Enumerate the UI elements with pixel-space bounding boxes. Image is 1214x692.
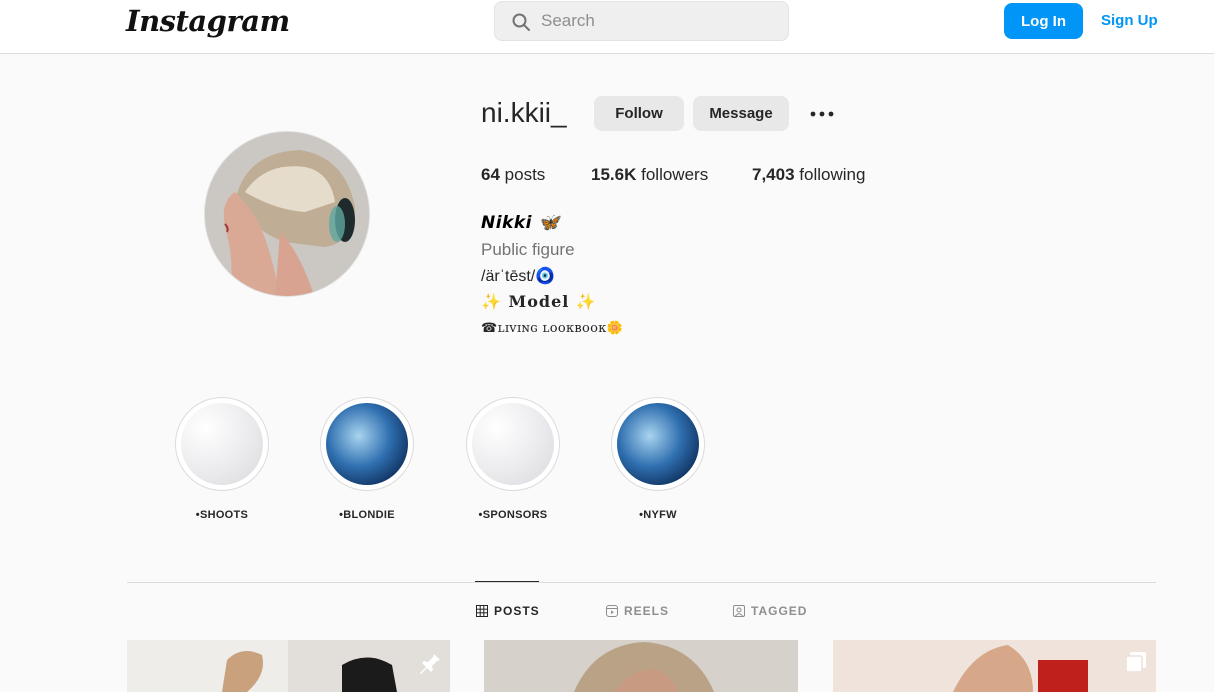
highlight-cover [181,403,263,485]
search-icon [512,13,530,31]
search-input[interactable] [541,2,771,40]
instagram-logo[interactable]: Instagram [126,4,290,38]
pinned-icon [420,652,440,674]
post-image [127,640,450,692]
posts-count: 64 [481,165,500,184]
bio-line-3: ☎ʟɪᴠɪɴɢ ʟᴏᴏᴋʙᴏᴏᴋ🌼 [481,321,624,336]
highlight-ring [175,397,269,491]
tab-tagged[interactable]: TAGGED [733,604,807,618]
tab-posts-label: POSTS [494,604,540,618]
post-image [833,640,1156,692]
more-options-icon[interactable] [808,102,836,126]
highlight-blondie[interactable]: •BLONDIE [320,397,414,521]
highlight-ring [611,397,705,491]
tab-posts[interactable]: POSTS [476,604,540,618]
search-bar[interactable] [494,1,789,41]
grid-icon [476,605,488,617]
active-tab-indicator [475,581,539,582]
login-button[interactable]: Log In [1004,3,1083,39]
avatar-image [205,132,369,296]
post-thumbnail-1[interactable] [127,640,450,692]
posts-label: posts [504,165,546,184]
highlight-cover [472,403,554,485]
profile-username: ni.kkii_ [481,97,567,128]
tab-reels[interactable]: REELS [606,604,669,618]
carousel-icon [1125,652,1146,673]
bio-category: Public figure [481,240,575,259]
highlight-label: •NYFW [639,509,677,521]
tabs-divider [127,582,1156,583]
follow-button[interactable]: Follow [594,96,684,131]
highlight-cover [617,403,699,485]
reels-icon [606,605,618,617]
signup-link[interactable]: Sign Up [1101,12,1158,29]
bio-name: 𝙉𝙞𝙠𝙠𝙞 🦋 [481,213,561,233]
tagged-icon [733,605,745,617]
following-count: 7,403 [752,165,795,184]
highlight-ring [320,397,414,491]
bio-line-1: /ärˈtēst/🧿 [481,268,556,285]
highlight-shoots[interactable]: •SHOOTS [175,397,269,521]
following-label: following [799,165,866,184]
highlight-ring [466,397,560,491]
tab-tagged-label: TAGGED [751,604,808,618]
profile-avatar[interactable] [204,131,370,297]
followers-count: 15.6K [591,165,637,184]
message-button[interactable]: Message [693,96,789,131]
tab-reels-label: REELS [624,604,670,618]
followers-stat[interactable]: 15.6K followers [591,165,708,185]
following-stat[interactable]: 7,403 following [752,165,865,185]
highlight-nyfw[interactable]: •NYFW [611,397,705,521]
post-thumbnail-2[interactable] [484,640,798,692]
posts-stat: 64 posts [481,165,545,185]
post-thumbnail-3[interactable] [833,640,1156,692]
highlight-sponsors[interactable]: •SPONSORS [466,397,560,521]
top-nav: Instagram Log In Sign Up [0,0,1214,54]
highlight-cover [326,403,408,485]
post-image [484,640,798,692]
followers-label: followers [641,165,709,184]
bio-line-2: ✨ 𝐌𝐨𝐝𝐞𝐥 ✨ [481,292,597,311]
